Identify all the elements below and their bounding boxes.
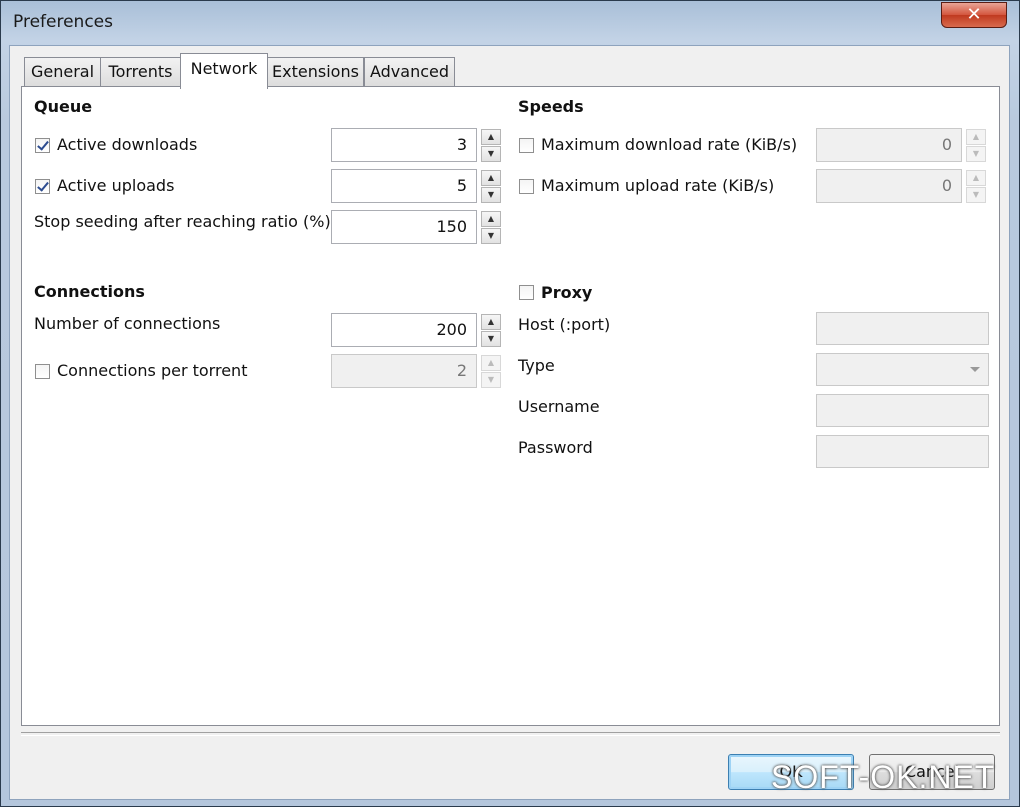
active-downloads-input[interactable]: 3 — [331, 128, 477, 162]
increment-arrow-icon[interactable]: ▲ — [966, 129, 986, 145]
active-downloads-stepper: ▲ ▼ — [481, 129, 501, 163]
tab-torrents[interactable]: Torrents — [100, 57, 181, 87]
decrement-arrow-icon[interactable]: ▼ — [481, 372, 501, 388]
max-download-stepper: ▲ ▼ — [966, 129, 986, 163]
proxy-type-label: Type — [518, 356, 555, 375]
max-download-input[interactable]: 0 — [816, 128, 962, 162]
decrement-arrow-icon[interactable]: ▼ — [966, 187, 986, 203]
max-download-checkbox[interactable] — [519, 138, 534, 153]
proxy-checkbox[interactable] — [519, 285, 534, 300]
stop-seeding-stepper: ▲ ▼ — [481, 211, 501, 245]
increment-arrow-icon[interactable]: ▲ — [481, 129, 501, 145]
proxy-host-input[interactable] — [816, 312, 989, 345]
tab-general[interactable]: General — [24, 57, 101, 87]
active-uploads-stepper: ▲ ▼ — [481, 170, 501, 204]
button-separator — [21, 732, 1000, 736]
speeds-heading: Speeds — [518, 97, 584, 116]
tab-advanced[interactable]: Advanced — [364, 57, 455, 87]
proxy-host-label: Host (:port) — [518, 315, 611, 334]
max-upload-label: Maximum upload rate (KiB/s) — [541, 176, 775, 195]
tab-extensions[interactable]: Extensions — [267, 57, 364, 87]
decrement-arrow-icon[interactable]: ▼ — [481, 146, 501, 162]
connections-per-torrent-input[interactable]: 2 — [331, 354, 477, 388]
stop-seeding-input[interactable]: 150 — [331, 210, 477, 244]
decrement-arrow-icon[interactable]: ▼ — [481, 187, 501, 203]
decrement-arrow-icon[interactable]: ▼ — [966, 146, 986, 162]
max-upload-stepper: ▲ ▼ — [966, 170, 986, 204]
increment-arrow-icon[interactable]: ▲ — [481, 314, 501, 330]
proxy-type-select[interactable] — [816, 353, 989, 386]
increment-arrow-icon[interactable]: ▲ — [481, 211, 501, 227]
active-uploads-label: Active uploads — [57, 176, 175, 195]
decrement-arrow-icon[interactable]: ▼ — [481, 228, 501, 244]
connections-per-torrent-label: Connections per torrent — [57, 361, 248, 380]
number-of-connections-stepper: ▲ ▼ — [481, 314, 501, 348]
active-downloads-checkbox[interactable] — [35, 138, 50, 153]
chevron-down-icon — [970, 367, 980, 372]
max-upload-input[interactable]: 0 — [816, 169, 962, 203]
increment-arrow-icon[interactable]: ▲ — [966, 170, 986, 186]
connections-per-torrent-stepper: ▲ ▼ — [481, 355, 501, 389]
max-download-label: Maximum download rate (KiB/s) — [541, 135, 798, 154]
number-of-connections-input[interactable]: 200 — [331, 313, 477, 347]
proxy-heading: Proxy — [541, 283, 593, 302]
proxy-username-label: Username — [518, 397, 600, 416]
title-bar[interactable]: Preferences ✕ — [1, 1, 1019, 45]
number-of-connections-label: Number of connections — [34, 314, 221, 333]
close-icon: ✕ — [966, 4, 982, 25]
preferences-window: Preferences ✕ General Torrents Network E… — [0, 0, 1020, 807]
decrement-arrow-icon[interactable]: ▼ — [481, 331, 501, 347]
increment-arrow-icon[interactable]: ▲ — [481, 355, 501, 371]
watermark: SOFT-OK.NET — [771, 759, 996, 795]
connections-heading: Connections — [34, 282, 145, 301]
connections-per-torrent-checkbox[interactable] — [35, 364, 50, 379]
stop-seeding-label: Stop seeding after reaching ratio (%) — [34, 212, 331, 231]
tab-network[interactable]: Network — [180, 53, 268, 89]
proxy-password-input[interactable] — [816, 435, 989, 468]
active-uploads-input[interactable]: 5 — [331, 169, 477, 203]
dialog-client-area: General Torrents Network Extensions Adva… — [9, 45, 1010, 800]
max-upload-checkbox[interactable] — [519, 179, 534, 194]
proxy-password-label: Password — [518, 438, 593, 457]
active-downloads-label: Active downloads — [57, 135, 198, 154]
increment-arrow-icon[interactable]: ▲ — [481, 170, 501, 186]
network-tab-page: Queue Active downloads 3 ▲ ▼ Active uploa… — [21, 86, 1000, 726]
close-button[interactable]: ✕ — [941, 2, 1007, 28]
window-title: Preferences — [13, 12, 113, 32]
proxy-username-input[interactable] — [816, 394, 989, 427]
queue-heading: Queue — [34, 97, 93, 116]
active-uploads-checkbox[interactable] — [35, 179, 50, 194]
